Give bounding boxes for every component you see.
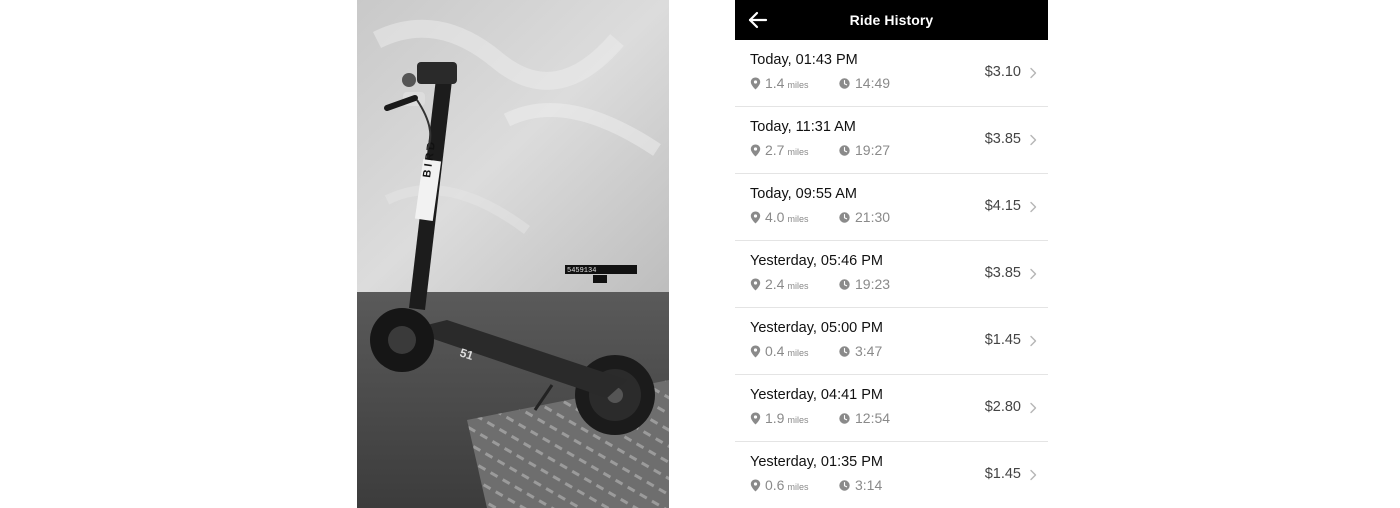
- chevron-right-icon: [1030, 134, 1037, 146]
- nav-header: Ride History: [735, 0, 1048, 40]
- ride-datetime: Yesterday, 05:00 PM: [750, 320, 883, 336]
- ride-meta: 0.6 miles 3:14: [750, 477, 882, 493]
- ride-meta: 4.0 miles 21:30: [750, 209, 890, 225]
- ride-datetime: Today, 11:31 AM: [750, 119, 856, 135]
- ride-distance-unit: miles: [787, 348, 809, 358]
- ride-row[interactable]: Yesterday, 04:41 PM 1.9 miles 12:54 $2.8…: [735, 375, 1048, 442]
- ride-distance-unit: miles: [787, 214, 809, 224]
- ride-distance-unit: miles: [787, 482, 809, 492]
- chevron-right-icon: [1030, 469, 1037, 481]
- ride-duration: 19:27: [855, 142, 891, 158]
- ride-duration: 12:54: [855, 410, 891, 426]
- ride-row[interactable]: Today, 11:31 AM 2.7 miles 19:27 $3.85: [735, 107, 1048, 174]
- ride-distance: 0.6: [765, 477, 785, 493]
- location-pin-icon: [750, 77, 761, 89]
- ride-distance: 4.0: [765, 209, 785, 225]
- ride-price: $4.15: [984, 198, 1021, 214]
- ride-price: $3.10: [984, 64, 1021, 80]
- chevron-right-icon: [1030, 201, 1037, 213]
- chevron-right-icon: [1030, 67, 1037, 79]
- scooter-photo: 5459134 51 BIRD: [357, 0, 669, 508]
- location-pin-icon: [750, 144, 761, 156]
- scooter-illustration: 5459134 51 BIRD: [357, 0, 669, 508]
- chevron-right-icon: [1030, 402, 1037, 414]
- clock-icon: [839, 345, 850, 357]
- clock-icon: [839, 479, 850, 491]
- ride-meta: 1.4 miles 14:49: [750, 75, 890, 91]
- ride-distance-unit: miles: [787, 147, 809, 157]
- ride-distance-unit: miles: [787, 415, 809, 425]
- ride-distance: 1.4: [765, 75, 785, 91]
- back-arrow-icon[interactable]: [747, 10, 769, 30]
- chevron-right-icon: [1030, 268, 1037, 280]
- page-title: Ride History: [849, 12, 934, 28]
- wall: [357, 0, 669, 295]
- clock-icon: [839, 412, 850, 424]
- ride-row[interactable]: Yesterday, 05:00 PM 0.4 miles 3:47 $1.45: [735, 308, 1048, 375]
- clock-icon: [839, 144, 850, 156]
- handlebar-head: [417, 62, 457, 84]
- ride-distance: 0.4: [765, 343, 785, 359]
- ride-meta: 0.4 miles 3:47: [750, 343, 882, 359]
- clock-icon: [839, 77, 850, 89]
- clock-icon: [839, 211, 850, 223]
- location-pin-icon: [750, 345, 761, 357]
- clock-icon: [839, 278, 850, 290]
- ride-duration: 14:49: [855, 75, 891, 91]
- ride-datetime: Today, 01:43 PM: [750, 52, 858, 68]
- serial-text: 5459134: [567, 267, 596, 275]
- ride-datetime: Yesterday, 05:46 PM: [750, 253, 883, 269]
- ride-duration: 21:30: [855, 209, 891, 225]
- ride-datetime: Today, 09:55 AM: [750, 186, 857, 202]
- ride-datetime: Yesterday, 04:41 PM: [750, 387, 883, 403]
- location-pin-icon: [750, 278, 761, 290]
- ride-meta: 2.7 miles 19:27: [750, 142, 890, 158]
- ride-list: Today, 01:43 PM 1.4 miles 14:49 $3.10 To…: [735, 40, 1048, 508]
- ride-distance: 2.4: [765, 276, 785, 292]
- ride-row[interactable]: Yesterday, 01:35 PM 0.6 miles 3:14 $1.45: [735, 442, 1048, 508]
- ride-price: $1.45: [984, 332, 1021, 348]
- location-pin-icon: [750, 211, 761, 223]
- ride-meta: 1.9 miles 12:54: [750, 410, 890, 426]
- ride-row[interactable]: Yesterday, 05:46 PM 2.4 miles 19:23 $3.8…: [735, 241, 1048, 308]
- ride-duration: 3:14: [855, 477, 883, 493]
- chevron-right-icon: [1030, 335, 1037, 347]
- ride-meta: 2.4 miles 19:23: [750, 276, 890, 292]
- ride-row[interactable]: Today, 09:55 AM 4.0 miles 21:30 $4.15: [735, 174, 1048, 241]
- ride-price: $3.85: [984, 131, 1021, 147]
- ride-distance: 2.7: [765, 142, 785, 158]
- ride-row[interactable]: Today, 01:43 PM 1.4 miles 14:49 $3.10: [735, 40, 1048, 107]
- ride-distance-unit: miles: [787, 80, 809, 90]
- ride-duration: 19:23: [855, 276, 891, 292]
- ride-price: $2.80: [984, 399, 1021, 415]
- ride-history-screen: Ride History Today, 01:43 PM 1.4 miles 1…: [735, 0, 1048, 508]
- location-pin-icon: [750, 412, 761, 424]
- ride-price: $1.45: [984, 466, 1021, 482]
- ride-distance: 1.9: [765, 410, 785, 426]
- ride-price: $3.85: [984, 265, 1021, 281]
- ride-datetime: Yesterday, 01:35 PM: [750, 454, 883, 470]
- location-pin-icon: [750, 479, 761, 491]
- ride-duration: 3:47: [855, 343, 883, 359]
- ride-distance-unit: miles: [787, 281, 809, 291]
